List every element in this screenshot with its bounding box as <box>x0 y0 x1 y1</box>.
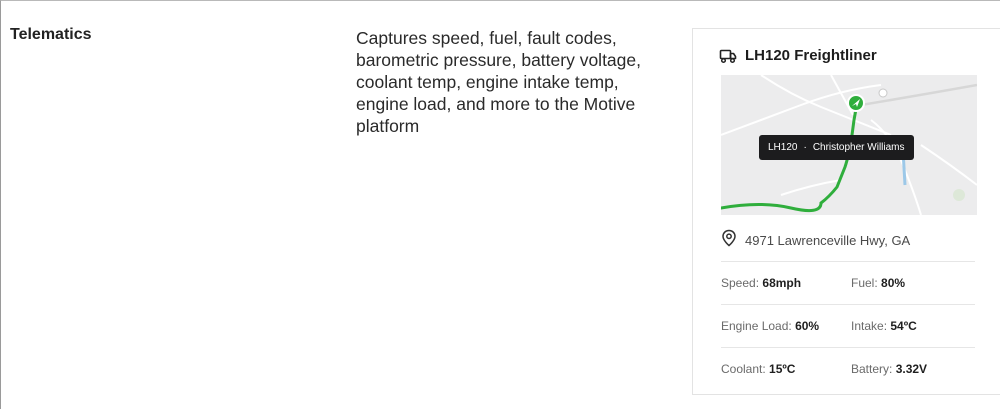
tooltip-separator: · <box>803 142 807 153</box>
metric-row: Speed: 68mph Fuel: 80% <box>721 261 975 304</box>
feature-description: Captures speed, fuel, fault codes, barom… <box>356 28 641 136</box>
location-pin-icon <box>721 229 737 252</box>
feature-label: Telematics <box>10 26 92 43</box>
vehicle-title: LH120 Freightliner <box>745 47 877 64</box>
metric-fuel: Fuel: 80% <box>851 276 906 290</box>
metric-battery: Battery: 3.32V <box>851 362 928 376</box>
vehicle-card: LH120 Freightliner LH120 · Christopher W… <box>692 28 1000 395</box>
vehicle-map[interactable]: LH120 · Christopher Williams <box>721 75 977 215</box>
metric-engine-load: Engine Load: 60% <box>721 319 820 333</box>
metric-row: Engine Load: 60% Intake: 54ºC <box>721 304 975 347</box>
metric-row: Coolant: 15ºC Battery: 3.32V <box>721 347 975 390</box>
card-header: LH120 Freightliner <box>719 47 877 64</box>
metric-coolant: Coolant: 15ºC <box>721 362 796 376</box>
metric-speed: Speed: 68mph <box>721 276 802 290</box>
metrics-list: Speed: 68mph Fuel: 80% Engine Load: 60% … <box>721 261 975 390</box>
metric-intake: Intake: 54ºC <box>851 319 917 333</box>
tooltip-driver: Christopher Williams <box>812 142 905 153</box>
map-tooltip: LH120 · Christopher Williams <box>759 135 914 160</box>
address-row: 4971 Lawrenceville Hwy, GA <box>721 229 910 252</box>
vehicle-address: 4971 Lawrenceville Hwy, GA <box>745 233 911 248</box>
truck-icon <box>719 48 737 64</box>
tooltip-vehicle: LH120 <box>768 142 798 153</box>
